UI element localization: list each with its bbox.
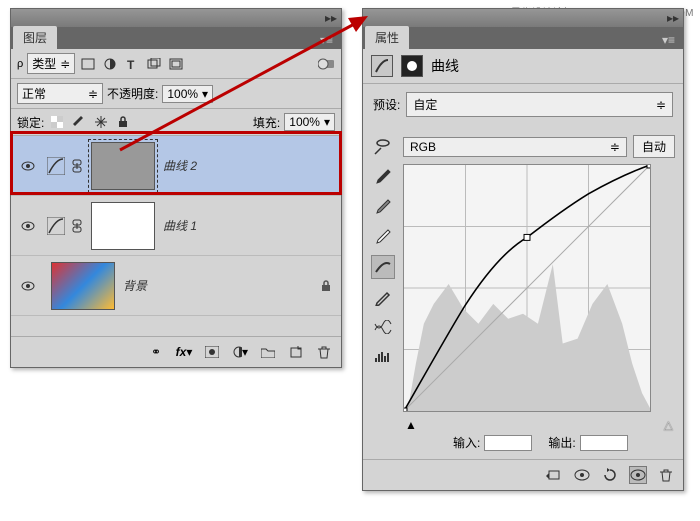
eyedropper-gray-icon[interactable] [371,195,395,219]
layer-list: 曲线 2 曲线 1 背景 [11,136,341,336]
visibility-icon[interactable] [21,161,35,171]
fill-label: 填充: [253,114,280,131]
preset-select[interactable]: 自定≑ [406,92,673,117]
eyedropper-white-icon[interactable] [371,225,395,249]
filter-smart-icon[interactable] [167,55,185,73]
panel-header: ▸▸ [11,9,341,27]
adjustment-title: 曲线 [431,56,459,76]
output-label: 输出: [548,434,575,451]
blend-mode-select[interactable]: 正常≑ [17,83,103,104]
panel-header: ▸▸ [363,9,683,27]
collapse-icon[interactable]: ▸▸ [325,11,337,25]
props-footer [363,459,683,490]
curve-area: RGB≑ 自动 [403,135,675,451]
lock-icon[interactable] [321,280,331,292]
trash-icon[interactable] [315,343,333,361]
filter-pixel-icon[interactable] [79,55,97,73]
curves-mode-icon[interactable] [371,55,393,77]
lock-trans-icon[interactable] [48,113,66,131]
layer-row-background[interactable]: 背景 [11,256,341,316]
input-label: 输入: [453,434,480,451]
curve-graph[interactable] [403,164,651,412]
view-previous-icon[interactable] [573,466,591,484]
opacity-select[interactable]: 100%▾ [162,85,213,103]
output-value[interactable] [580,435,628,451]
histogram-icon[interactable] [371,345,395,369]
eyedropper-black-icon[interactable] [371,165,395,189]
preset-label: 预设: [373,96,400,113]
props-body: RGB≑ 自动 [363,127,683,459]
lock-position-icon[interactable] [92,113,110,131]
filter-type-icon[interactable]: T [123,55,141,73]
lock-row: 锁定: 填充: 100%▾ [11,109,341,136]
panel-tabs: 图层 ▾≡ [11,27,341,49]
targeted-adjust-icon[interactable] [371,135,395,159]
layer-thumb[interactable] [51,262,115,310]
tab-properties[interactable]: 属性 [365,26,409,49]
channel-select[interactable]: RGB≑ [403,137,627,157]
blend-row: 正常≑ 不透明度: 100%▾ [11,79,341,109]
opacity-label: 不透明度: [107,85,158,102]
filter-adjust-icon[interactable] [101,55,119,73]
curve-line[interactable] [404,165,650,411]
new-layer-icon[interactable] [287,343,305,361]
link-layers-icon[interactable]: ⚭ [147,343,165,361]
svg-text:T: T [127,58,135,70]
kind-select[interactable]: 类型≑ [27,53,75,74]
visibility-icon[interactable] [21,281,35,291]
auto-button[interactable]: 自动 [633,135,675,158]
properties-panel: ▸▸ 属性 ▾≡ 曲线 预设: 自定≑ RGB≑ 自动 [362,8,684,491]
group-icon[interactable] [259,343,277,361]
layers-footer: ⚭ fx▾ ▾ [11,336,341,367]
layer-row-curves-1[interactable]: 曲线 1 [11,196,341,256]
smooth-icon[interactable] [371,315,395,339]
curves-adj-icon [47,157,65,175]
collapse-icon[interactable]: ▸▸ [667,11,679,25]
filter-toggle-icon[interactable] [317,55,335,73]
preset-row: 预设: 自定≑ [363,84,683,127]
toggle-visibility-icon[interactable] [629,466,647,484]
props-header-row: 曲线 [363,49,683,84]
curves-tool-column [371,135,395,451]
kind-label: ρ [17,58,23,70]
trash-icon[interactable] [657,466,675,484]
link-icon[interactable] [71,219,83,233]
black-slider[interactable]: ▲ [405,418,417,432]
reset-icon[interactable] [601,466,619,484]
layer-mask-thumb[interactable] [91,202,155,250]
mask-mode-icon[interactable] [401,55,423,77]
visibility-icon[interactable] [21,221,35,231]
clip-icon[interactable] [545,466,563,484]
filter-shape-icon[interactable] [145,55,163,73]
tab-layers[interactable]: 图层 [13,26,57,49]
layer-row-curves-2[interactable]: 曲线 2 [11,136,341,196]
layer-name[interactable]: 背景 [123,277,147,294]
input-value[interactable] [484,435,532,451]
mask-icon[interactable] [203,343,221,361]
link-icon[interactable] [71,159,83,173]
fx-icon[interactable]: fx▾ [175,343,193,361]
lock-pixels-icon[interactable] [70,113,88,131]
lock-all-icon[interactable] [114,113,132,131]
layer-mask-thumb[interactable] [91,142,155,190]
fill-select[interactable]: 100%▾ [284,113,335,131]
curve-tool-icon[interactable] [371,255,395,279]
layer-name[interactable]: 曲线 1 [163,217,197,234]
white-slider[interactable]: △ [664,418,673,432]
panel-menu-icon[interactable]: ▾≡ [316,31,337,49]
adjustment-icon[interactable]: ▾ [231,343,249,361]
layer-name[interactable]: 曲线 2 [163,157,197,174]
pencil-tool-icon[interactable] [371,285,395,309]
io-row: 输入: 输出: [403,434,675,451]
lock-label: 锁定: [17,114,44,131]
panel-menu-icon[interactable]: ▾≡ [658,31,679,49]
filter-row: ρ 类型≑ T [11,49,341,79]
curves-adj-icon [47,217,65,235]
panel-tabs: 属性 ▾≡ [363,27,683,49]
layers-panel: ▸▸ 图层 ▾≡ ρ 类型≑ T 正常≑ 不透明度: 100%▾ 锁定: 填充:… [10,8,342,368]
